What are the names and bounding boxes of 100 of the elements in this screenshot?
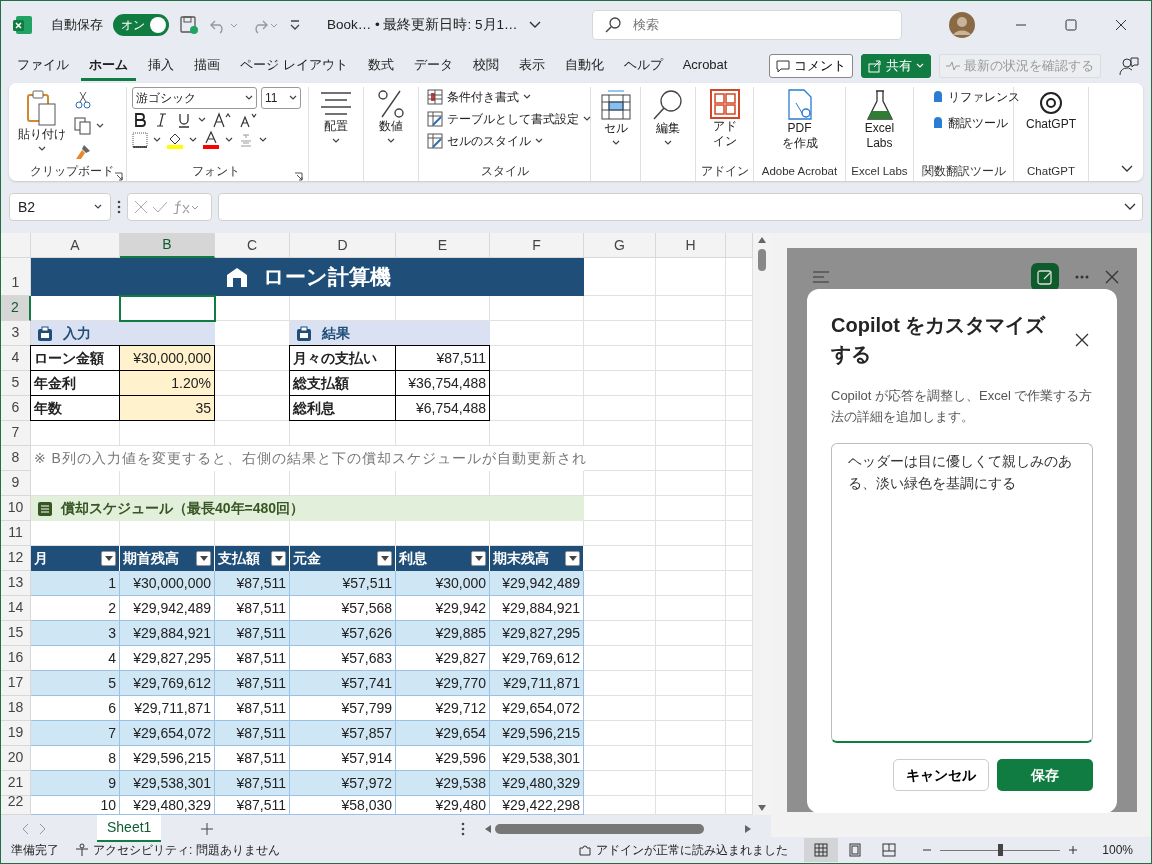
row-header[interactable]: 12 [1,546,31,571]
grid-cell[interactable] [290,421,396,446]
grid-cell[interactable] [31,421,120,446]
dialog-launcher-icon[interactable] [114,172,123,181]
column-header[interactable]: B [120,233,215,258]
grid-cell[interactable] [656,521,726,546]
scrollbar-thumb[interactable] [495,823,705,834]
column-header[interactable]: H [656,233,726,258]
save-icon[interactable] [179,15,199,35]
zoom-in-icon[interactable] [1068,845,1079,855]
row-header[interactable]: 5 [1,371,31,396]
grid-cell[interactable] [490,396,584,421]
row-header[interactable]: 15 [1,621,31,646]
zoom-slider[interactable] [940,844,1061,856]
row-header[interactable]: 10 [1,496,31,521]
grid-cell[interactable] [584,346,656,371]
instructions-field[interactable]: ヘッダーは目に優しくて親しみのある、淡い緑色を基調にする [831,443,1093,743]
grid-cell[interactable] [396,471,490,496]
grid-cell[interactable] [584,546,656,571]
grid-cell[interactable] [490,421,584,446]
grid-cell[interactable] [120,421,215,446]
menu-icon[interactable] [813,271,829,283]
style-menu-item[interactable]: セルのスタイル [424,131,546,151]
underline-icon[interactable] [176,112,192,128]
row-header[interactable]: 7 [1,421,31,446]
number-format-button[interactable]: 数値 [372,87,410,146]
new-chat-button[interactable] [1031,263,1059,291]
grid-cell[interactable] [584,258,656,296]
dialog-launcher-icon[interactable] [294,172,303,181]
scroll-left-icon[interactable] [485,824,491,833]
grid-cell[interactable] [490,521,584,546]
normal-view-button[interactable] [804,838,839,862]
chevron-icon[interactable] [527,20,542,30]
row-header[interactable]: 9 [1,471,31,496]
row-header[interactable]: 16 [1,646,31,671]
autosave-toggle[interactable]: オン [113,14,169,36]
grid-cell[interactable] [396,296,490,321]
row-header[interactable]: 22 [1,796,31,815]
column-header[interactable]: C [215,233,290,258]
grid-cell[interactable] [584,496,656,521]
row-header[interactable]: 20 [1,746,31,771]
increase-font-icon[interactable] [212,112,232,128]
grid-cell[interactable] [584,646,656,671]
more-options-icon[interactable] [461,821,465,836]
grid-cell[interactable] [31,521,120,546]
menu-tab[interactable]: ページ レイアウト [232,51,356,81]
scrollbar-thumb[interactable] [758,249,766,271]
filter-button[interactable] [377,551,392,566]
fill-color-icon[interactable] [166,131,184,149]
grid-cell[interactable] [656,421,726,446]
style-menu-item[interactable]: テーブルとして書式設定 [424,109,594,129]
menu-tab[interactable]: 自動化 [556,51,612,81]
grid-cell[interactable] [656,746,726,771]
row-header[interactable]: 3 [1,321,31,346]
column-header[interactable]: G [584,233,656,258]
menu-tab[interactable]: 表示 [510,51,553,81]
menu-tab[interactable]: 校閲 [464,51,507,81]
filter-button[interactable] [196,551,211,566]
grid-cell[interactable] [31,471,120,496]
grid-cell[interactable] [584,671,656,696]
borders-icon[interactable] [132,132,148,148]
grid-cell[interactable] [490,321,584,346]
grid-cell[interactable] [656,321,726,346]
row-header[interactable]: 4 [1,346,31,371]
menu-tab[interactable]: Acrobat [674,51,736,81]
selected-cell[interactable] [119,295,216,322]
grid-cell[interactable] [584,721,656,746]
grid-cell[interactable] [120,521,215,546]
formula-field[interactable] [218,193,1143,221]
row-header[interactable]: 6 [1,396,31,421]
translation-tool-button[interactable]: リファレンス [929,87,1023,107]
zoom-level[interactable]: 100% [1102,841,1133,859]
grid-cell[interactable] [656,771,726,796]
row-header[interactable]: 1 [1,258,31,296]
grid-cell[interactable] [656,346,726,371]
select-all-button[interactable] [1,233,31,258]
grid-cell[interactable] [656,671,726,696]
grid-cell[interactable] [396,421,490,446]
row-header[interactable]: 8 [1,446,31,471]
grid-cell[interactable] [656,371,726,396]
editing-button[interactable]: 編集 [648,87,688,148]
row-header[interactable]: 21 [1,771,31,796]
grid-cell[interactable] [215,521,290,546]
add-ins-button[interactable]: アドイン [705,87,744,151]
grid-cell[interactable] [656,596,726,621]
menu-tab[interactable]: ホーム [81,51,136,81]
column-header[interactable]: A [31,233,120,258]
expand-icon[interactable] [1124,203,1136,211]
grid-cell[interactable] [656,646,726,671]
row-header[interactable]: 14 [1,596,31,621]
row-header[interactable]: 13 [1,571,31,596]
font-color-icon[interactable] [202,131,220,149]
input-cell[interactable]: ¥30,000,000 [119,345,215,371]
row-header[interactable]: 2 [1,296,31,321]
grid-cell[interactable] [215,421,290,446]
row-header[interactable]: 11 [1,521,31,546]
translation-tool-button[interactable]: 翻訳ツール [929,113,1011,133]
excel-labs-button[interactable]: Excel Labs [857,87,902,153]
function-controls[interactable] [127,193,212,221]
menu-tab[interactable]: 描画 [186,51,228,81]
